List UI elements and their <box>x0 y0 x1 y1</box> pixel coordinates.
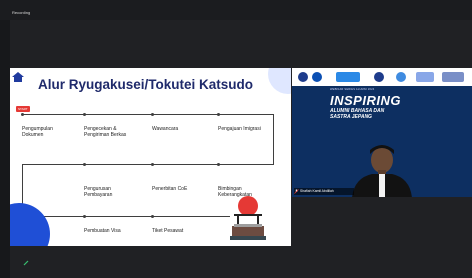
flow-step-3: Wawancara <box>152 126 179 132</box>
ub-logo <box>312 72 322 82</box>
flow-dot <box>83 163 86 166</box>
flow-step-2: Pengecekan & Pengiriman Berkas <box>84 126 127 138</box>
speaker-video-tile[interactable]: WEBINAR SERIES ALUMNI 2024 INSPIRING ALU… <box>292 68 472 197</box>
flow-line <box>273 114 274 164</box>
home-icon <box>12 72 24 82</box>
flow-dot <box>83 215 86 218</box>
partner-logo <box>396 72 406 82</box>
flow-dot <box>217 163 220 166</box>
flow-dot <box>151 163 154 166</box>
flow-step-4: Pengajuan Imigrasi <box>218 126 261 132</box>
logo-strip <box>292 68 472 86</box>
flow-line <box>22 216 230 217</box>
flow-step-9: Tiket Pesawat <box>152 228 184 234</box>
flow-dot <box>217 113 220 116</box>
decorative-blob <box>268 68 291 94</box>
flow-step-5: Pengurusan Pembayaran <box>84 186 113 198</box>
partner-logo <box>442 72 464 82</box>
event-title: INSPIRING <box>330 93 401 108</box>
flow-step-1: Pengumpulan Dokumen <box>22 126 53 138</box>
kampus-merdeka-logo <box>336 72 360 82</box>
shared-slide[interactable]: Alur Ryugakusei/Tokutei Katsudo START Pe… <box>10 68 291 246</box>
event-overline: WEBINAR SERIES ALUMNI 2024 <box>330 88 375 91</box>
pin-icon[interactable] <box>23 260 29 266</box>
flow-line <box>22 164 274 165</box>
mic-muted-icon <box>294 189 299 194</box>
japan-travel-illustration <box>230 196 266 240</box>
partner-logo <box>416 72 434 82</box>
meeting-stage: Alur Ryugakusei/Tokutei Katsudo START Pe… <box>10 20 472 278</box>
speaker-figure <box>352 145 412 197</box>
flow-step-6: Penerbitan CoE <box>152 186 188 192</box>
event-subtitle-line-2: SASTRA JEPANG <box>330 114 372 120</box>
fib-logo <box>298 72 308 82</box>
decorative-blob <box>10 203 50 246</box>
flow-dot <box>151 215 154 218</box>
flow-step-8: Pembuatan Visa <box>84 228 121 234</box>
flow-dot <box>21 113 24 116</box>
partner-logo <box>374 72 384 82</box>
recording-label: Recording <box>12 10 31 15</box>
participant-name: Shafiah Kamil Abdillah <box>300 189 334 193</box>
flow-dot <box>83 113 86 116</box>
flow-line <box>22 114 274 115</box>
left-rail <box>0 20 10 278</box>
start-badge: START <box>16 106 30 112</box>
flow-dot <box>151 113 154 116</box>
slide-title: Alur Ryugakusei/Tokutei Katsudo <box>38 77 254 92</box>
top-bar: Recording <box>0 0 472 20</box>
